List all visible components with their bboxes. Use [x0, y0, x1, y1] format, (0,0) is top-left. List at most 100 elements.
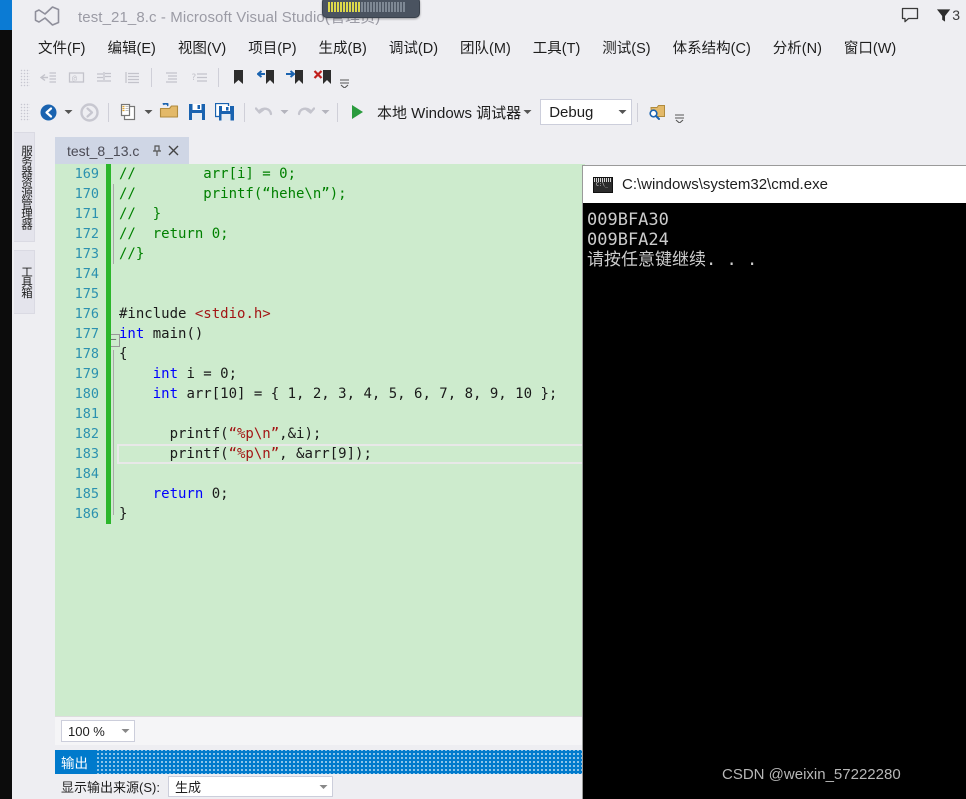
code-line[interactable]: 171 // } [55, 204, 585, 224]
menu-item-test[interactable]: 测试(S) [591, 34, 661, 61]
new-project-icon[interactable] [115, 100, 141, 124]
performance-meter-icon[interactable] [322, 0, 420, 18]
navigate-backward-dropdown-icon[interactable] [62, 100, 75, 124]
code-text: int main() [119, 326, 204, 342]
code-text: // return 0; [119, 226, 229, 242]
format-document-icon[interactable] [158, 66, 184, 90]
svg-text:@: @ [72, 74, 77, 83]
open-file-icon[interactable] [156, 100, 182, 124]
zoom-level-value: 100 % [68, 723, 105, 739]
line-number: 175 [74, 286, 99, 302]
start-debug-dropdown-icon[interactable] [521, 100, 534, 124]
menu-item-architecture[interactable]: 体系结构(C) [662, 34, 762, 61]
redo-icon[interactable] [292, 100, 318, 124]
change-indicator [106, 504, 111, 524]
start-debug-label[interactable]: 本地 Windows 调试器 [377, 102, 521, 123]
menu-item-team[interactable]: 团队(M) [449, 34, 522, 61]
code-editor[interactable]: − 169// arr[i] = 0; 170// printf(“hehe\n”… [55, 164, 585, 716]
save-all-icon[interactable] [212, 100, 238, 124]
cmd-console-title-bar[interactable]: C:\windows\system32\cmd.exe [583, 166, 966, 203]
line-number: 185 [74, 486, 99, 502]
notification-funnel-icon[interactable]: 3 [936, 3, 960, 27]
pin-icon[interactable] [149, 143, 165, 159]
zoom-level-combo[interactable]: 100 % [61, 720, 135, 742]
clear-bookmarks-icon[interactable] [309, 66, 335, 90]
menu-item-build[interactable]: 生成(B) [308, 34, 378, 61]
code-line[interactable]: 183 printf(“%p\n”, &arr[9]); [55, 444, 585, 464]
increase-indent-icon[interactable] [91, 66, 117, 90]
change-indicator [106, 364, 111, 384]
code-line[interactable]: 181 [55, 404, 585, 424]
code-text: return 0; [152, 486, 229, 502]
code-line[interactable]: 176 #include <stdio.h> [55, 304, 585, 324]
code-line[interactable]: 186} [55, 504, 585, 524]
line-number: 183 [74, 446, 99, 462]
menu-item-file[interactable]: 文件(F) [27, 34, 97, 61]
solution-configuration-combo[interactable]: Debug [540, 99, 633, 125]
close-icon[interactable] [165, 143, 181, 159]
toolbar-separator [637, 102, 639, 122]
uncomment-selection-icon[interactable]: @ [63, 66, 89, 90]
cmd-console-window[interactable]: C:\windows\system32\cmd.exe 009BFA30 009… [583, 166, 966, 799]
sidebar-item-server-explorer[interactable]: 服务器资源管理器 [14, 132, 35, 242]
menu-item-edit[interactable]: 编辑(E) [97, 34, 167, 61]
line-number: 178 [74, 346, 99, 362]
code-line[interactable]: 174 [55, 264, 585, 284]
sidebar-item-toolbox[interactable]: 工具箱 [14, 250, 35, 314]
line-number: 181 [74, 406, 99, 422]
change-indicator [106, 204, 111, 224]
line-number: 173 [74, 246, 99, 262]
line-number: 177 [74, 326, 99, 342]
menu-item-project[interactable]: 项目(P) [237, 34, 307, 61]
new-project-dropdown-icon[interactable] [142, 100, 155, 124]
find-in-files-icon[interactable] [644, 100, 670, 124]
comment-selection-icon[interactable] [35, 66, 61, 90]
undo-dropdown-icon[interactable] [278, 100, 291, 124]
code-line[interactable]: 179 int i = 0; [55, 364, 585, 384]
navigate-backward-icon[interactable] [35, 100, 61, 124]
menu-item-debug[interactable]: 调试(D) [378, 34, 449, 61]
redo-dropdown-icon[interactable] [319, 100, 332, 124]
toolbar-overflow-icon[interactable] [336, 64, 352, 91]
menu-item-analyze[interactable]: 分析(N) [762, 34, 833, 61]
output-source-combo[interactable]: 生成 [167, 776, 333, 797]
save-icon[interactable] [184, 100, 210, 124]
format-selection-icon[interactable]: ? [186, 66, 212, 90]
code-line[interactable]: 180 int arr[10] = { 1, 2, 3, 4, 5, 6, 7,… [55, 384, 585, 404]
code-line[interactable]: 170 // printf(“hehe\n”); [55, 184, 585, 204]
code-line[interactable]: 184 [55, 464, 585, 484]
code-line[interactable]: 175 [55, 284, 585, 304]
undo-icon[interactable] [251, 100, 277, 124]
code-line[interactable]: 178 { [55, 344, 585, 364]
code-line[interactable]: 185 return 0; [55, 484, 585, 504]
navigate-forward-icon[interactable] [76, 100, 102, 124]
output-pane-drag-dots[interactable] [96, 750, 585, 774]
output-pane-title: 输出 [61, 756, 88, 771]
code-lines-container: 169 // arr[i] = 0; 170 // printf(“hehe\n”);… [55, 164, 585, 524]
menu-item-tools[interactable]: 工具(T) [522, 34, 592, 61]
toggle-bookmark-icon[interactable] [225, 66, 251, 90]
menu-item-view[interactable]: 视图(V) [167, 34, 237, 61]
code-line[interactable]: 177 int main() [55, 324, 585, 344]
document-tab-test-8-13-c[interactable]: test_8_13.c [55, 137, 190, 164]
code-line[interactable]: 173 //} [55, 244, 585, 264]
output-pane-toolbar: 显示输出来源(S): 生成 [55, 774, 585, 799]
toolbar-grip-icon[interactable] [20, 103, 30, 121]
code-text: // arr[i] = 0; [119, 166, 297, 182]
output-pane-header[interactable]: 输出 [55, 750, 585, 774]
toolbar-grip-icon[interactable] [20, 68, 30, 87]
previous-bookmark-icon[interactable] [253, 66, 279, 90]
change-indicator [106, 244, 111, 264]
code-line[interactable]: 172 // return 0; [55, 224, 585, 244]
change-indicator [106, 224, 111, 244]
decrease-indent-icon[interactable] [119, 66, 145, 90]
start-debug-icon[interactable] [344, 100, 370, 124]
menu-item-window[interactable]: 窗口(W) [833, 34, 907, 61]
code-line[interactable]: 182 printf(“%p\n”,&i); [55, 424, 585, 444]
line-number: 170 [74, 186, 99, 202]
next-bookmark-icon[interactable] [281, 66, 307, 90]
toolbar-overflow-icon[interactable] [671, 99, 687, 126]
feedback-bubble-icon[interactable] [898, 3, 922, 27]
code-line[interactable]: 169 // arr[i] = 0; [55, 164, 585, 184]
cmd-console-output[interactable]: 009BFA30 009BFA24 请按任意键继续. . . [583, 203, 966, 799]
